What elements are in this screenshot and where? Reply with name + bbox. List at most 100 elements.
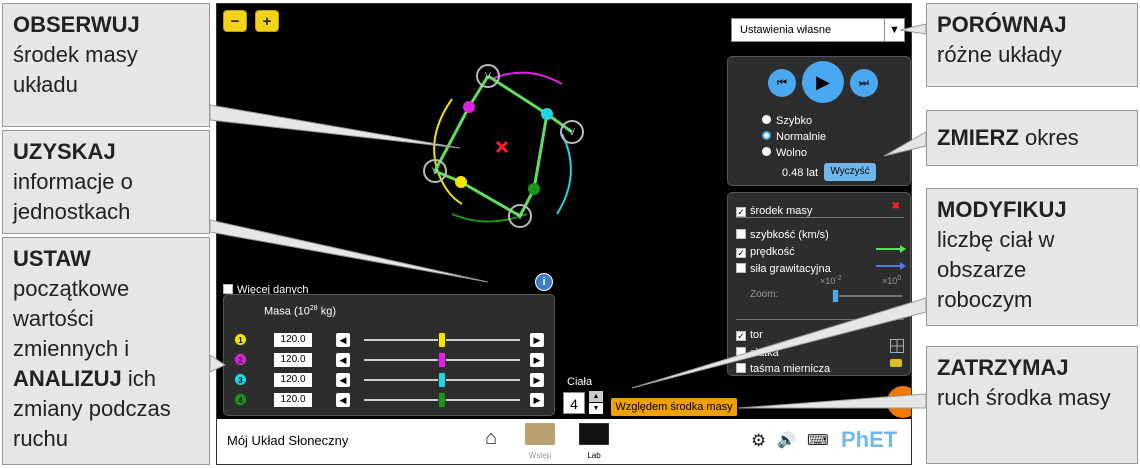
callout-measure-text: okres — [1018, 125, 1079, 150]
mass-input-3[interactable]: 120.0 — [274, 373, 312, 387]
home-icon[interactable]: ⌂ — [485, 427, 497, 450]
speed-label: szybkość (km/s) — [750, 229, 829, 241]
tape-icon — [890, 359, 902, 367]
intro-screen-icon — [525, 423, 555, 445]
body-2[interactable] — [463, 101, 475, 113]
play-icon: ▶ — [816, 72, 830, 92]
path-checkbox[interactable]: ✓ tor — [736, 325, 763, 343]
callout-modify-bold: MODYFIKUJ — [937, 197, 1067, 222]
speed-checkbox[interactable]: szybkość (km/s) — [736, 225, 829, 243]
callout-get-info-text: informacje o jednostkach — [13, 169, 133, 224]
step-back-icon: ⏮ — [777, 77, 787, 89]
path-magenta — [491, 71, 563, 85]
mass-decrease-button-4[interactable]: ◀ — [336, 393, 350, 407]
reset-all-button[interactable]: ↻ — [887, 386, 911, 418]
info-button[interactable]: i — [535, 273, 553, 291]
preset-value: Ustawienia własne — [740, 24, 832, 36]
callout-stop-bold: ZATRZYMAJ — [937, 355, 1069, 380]
play-button[interactable]: ▶ — [802, 61, 844, 103]
clear-time-button[interactable]: Wyczyść — [824, 163, 876, 181]
mass-input-4[interactable]: 120.0 — [274, 393, 312, 407]
zoom-in-button[interactable]: + — [255, 10, 279, 32]
keyboard-icon[interactable]: ⌨ — [807, 431, 829, 449]
body-badge-3: 3 — [234, 373, 247, 386]
body-badge-1: 1 — [234, 333, 247, 346]
mass-slider-thumb-4[interactable] — [438, 392, 446, 408]
navigation-bar: Mój Układ Słoneczny ⌂ Wstęp Lab ⚙ 🔊 ⌨ Ph… — [217, 419, 911, 464]
mass-slider-thumb-1[interactable] — [438, 332, 446, 348]
callout-stop: ZATRZYMAJ ruch środka masy — [926, 346, 1138, 464]
velocity-label: prędkość — [750, 246, 795, 258]
sim-title: Mój Układ Słoneczny — [227, 433, 349, 448]
callout-compare: PORÓWNAJ różne układy — [926, 3, 1138, 87]
center-of-mass-marker — [495, 140, 509, 154]
center-of-mass-label: środek masy — [750, 205, 813, 217]
mass-decrease-button-1[interactable]: ◀ — [336, 333, 350, 347]
body-1[interactable] — [455, 176, 467, 188]
step-back-button[interactable]: ⏮ — [768, 69, 796, 97]
mass-input-1[interactable]: 120.0 — [274, 333, 312, 347]
screen-lab-button[interactable]: Lab — [577, 423, 611, 461]
speed-normal-label: Normalnie — [776, 131, 827, 143]
body-4[interactable] — [528, 183, 540, 195]
chevron-down-icon: ▼ — [884, 19, 904, 41]
callout-compare-bold: PORÓWNAJ — [937, 12, 1067, 37]
gravity-force-label: siła grawitacyjna — [750, 263, 831, 275]
screen-intro-button[interactable]: Wstęp — [523, 423, 557, 461]
callout-observe-bold: OBSERWUJ — [13, 12, 140, 37]
callout-stop-text: ruch środka masy — [937, 385, 1111, 410]
screen-lab-label: Lab — [587, 451, 601, 460]
callout-observe-text: środek masy układu — [13, 42, 138, 97]
gravity-arrow-icon — [876, 262, 906, 270]
gear-icon[interactable]: ⚙ — [751, 431, 766, 451]
elapsed-time: 0.48 lat — [782, 167, 819, 179]
lab-screen-icon — [579, 423, 609, 445]
speed-slow[interactable]: Wolno — [762, 143, 807, 161]
mass-increase-button-3[interactable]: ▶ — [530, 373, 544, 387]
body-badge-4: 4 — [234, 393, 247, 406]
mass-decrease-button-2[interactable]: ◀ — [336, 353, 350, 367]
preset-dropdown[interactable]: Ustawienia własne ▼ — [731, 18, 905, 42]
body-3[interactable] — [541, 108, 553, 120]
zoom-slider-thumb[interactable] — [832, 289, 839, 303]
mass-input-2[interactable]: 120.0 — [274, 353, 312, 367]
grid-label: siatka — [750, 347, 779, 359]
velocity-checkbox[interactable]: ✓ prędkość — [736, 242, 795, 260]
callout-compare-text: różne układy — [937, 42, 1062, 67]
mass-slider-thumb-2[interactable] — [438, 352, 446, 368]
center-of-mass-frame-button[interactable]: Względem środka masy — [611, 398, 737, 416]
gravity-force-checkbox[interactable]: siła grawitacyjna — [736, 259, 831, 277]
callout-set-text: początkowe wartości zmiennych i — [13, 276, 130, 361]
velocity-arrow-icon — [876, 245, 906, 253]
bodies-decrease-button[interactable]: ▼ — [589, 403, 603, 414]
bodies-increase-button[interactable]: ▲ — [589, 391, 603, 402]
callout-get-info: UZYSKAJ informacje o jednostkach — [2, 130, 210, 234]
zoom-out-button[interactable]: − — [223, 10, 247, 32]
phet-logo[interactable]: PhET — [841, 427, 897, 453]
svg-text:V: V — [485, 71, 491, 81]
chevron-up-icon: ▲ — [592, 393, 600, 400]
mass-increase-button-1[interactable]: ▶ — [530, 333, 544, 347]
bodies-count-value: 4 — [563, 392, 585, 414]
orbit-scene: V V V V — [423, 64, 584, 228]
menu-icon[interactable]: ⋮ — [903, 427, 911, 448]
callout-measure-bold: ZMIERZ — [937, 125, 1019, 150]
mass-title: Masa (1028 kg) — [264, 305, 336, 318]
zoom-max-label: ×100 — [882, 275, 902, 286]
path-label: tor — [750, 329, 763, 341]
chevron-right-icon: ▶ — [533, 375, 541, 385]
step-forward-icon: ⏭ — [859, 77, 869, 89]
mass-increase-button-4[interactable]: ▶ — [530, 393, 544, 407]
callout-observe: OBSERWUJ środek masy układu — [2, 3, 210, 127]
path-cyan — [556, 133, 572, 215]
mass-slider-thumb-3[interactable] — [438, 372, 446, 388]
chevron-right-icon: ▶ — [533, 395, 541, 405]
step-forward-button[interactable]: ⏭ — [850, 69, 878, 97]
callout-set: USTAW początkowe wartości zmiennych i AN… — [2, 237, 210, 465]
tape-checkbox[interactable]: taśma miernicza — [736, 359, 830, 377]
sound-icon[interactable]: 🔊 — [777, 431, 796, 449]
bodies-count-label: Ciała — [567, 376, 593, 388]
path-yellow — [433, 98, 463, 205]
mass-increase-button-2[interactable]: ▶ — [530, 353, 544, 367]
mass-decrease-button-3[interactable]: ◀ — [336, 373, 350, 387]
